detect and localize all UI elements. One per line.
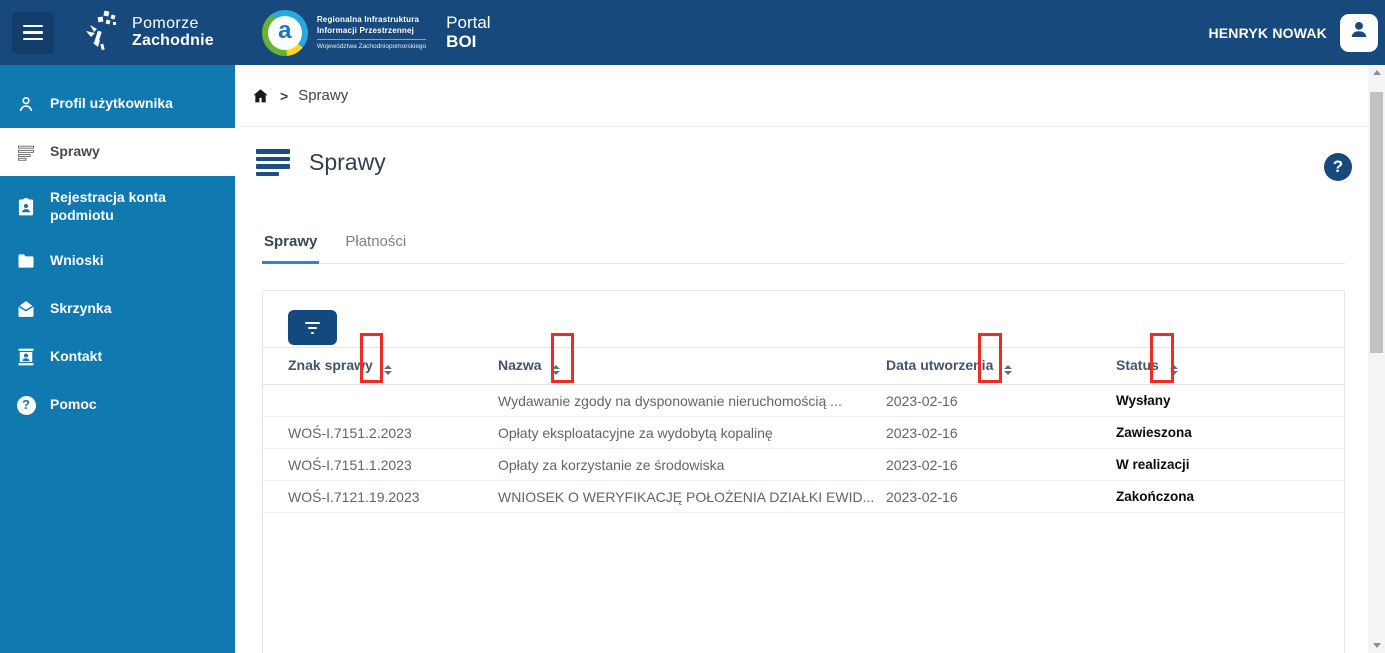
portal-boi-logo: Portal BOI <box>446 14 490 51</box>
sidebar-item-sprawy[interactable]: Sprawy <box>0 128 235 176</box>
griffin-icon <box>84 9 122 56</box>
table-row[interactable]: Wydawanie zgody na dysponowanie nierucho… <box>263 385 1344 417</box>
list-lines-icon <box>15 141 37 163</box>
filter-button[interactable] <box>288 310 337 345</box>
column-header-znak-sprawy[interactable]: Znak sprawy <box>263 348 498 385</box>
sidebar-item-wnioski[interactable]: Wnioski <box>0 237 235 285</box>
sidebar-item-label: Kontakt <box>50 348 102 366</box>
cases-list-icon <box>256 149 290 176</box>
tab-platnosci[interactable]: Płatności <box>343 229 408 263</box>
page-title-row: Sprawy <box>256 149 386 176</box>
cell-status: Wysłany <box>1116 385 1344 417</box>
breadcrumb: > Sprawy <box>235 65 1368 127</box>
home-icon[interactable] <box>251 87 270 105</box>
cases-table: Znak sprawy Nazwa Data utworzenia Status <box>263 347 1344 513</box>
sidebar-item-rejestracja-konta-podmiotu[interactable]: Rejestracja konta podmiotu <box>0 176 235 237</box>
tabs-bar: Sprawy Płatności <box>262 229 1345 264</box>
sidebar-item-profil-uzytkownika[interactable]: Profil użytkownika <box>0 80 235 128</box>
cell-znak-sprawy <box>263 385 498 417</box>
envelope-icon <box>15 298 37 320</box>
cell-znak-sprawy: WOŚ-I.7121.19.2023 <box>263 481 498 513</box>
sort-icon[interactable] <box>1004 365 1012 376</box>
table-row[interactable]: WOŚ-I.7151.2.2023 Opłaty eksploatacyjne … <box>263 417 1344 449</box>
scrollbar-down-arrow-icon[interactable] <box>1368 638 1385 653</box>
portal-logo-line2: BOI <box>446 33 490 52</box>
column-header-data-utworzenia[interactable]: Data utworzenia <box>886 348 1116 385</box>
sidebar-item-label: Profil użytkownika <box>50 95 173 113</box>
tab-sprawy[interactable]: Sprawy <box>262 229 319 264</box>
ripi-letter: a <box>268 16 302 50</box>
pomorze-logo-line1: Pomorze <box>132 16 214 33</box>
breadcrumb-separator: > <box>280 88 288 104</box>
cell-status: Zakończona <box>1116 481 1344 513</box>
sidebar-nav: Profil użytkownika Sprawy Rejestracja ko… <box>0 65 235 653</box>
app-header: Pomorze Zachodnie a Regionalna Infrastru… <box>0 0 1385 65</box>
cell-data-utworzenia: 2023-02-16 <box>886 417 1116 449</box>
contact-card-icon <box>15 346 37 368</box>
cell-nazwa: Opłaty za korzystanie ze środowiska <box>498 449 886 481</box>
sidebar-item-pomoc[interactable]: ? Pomoc <box>0 381 235 429</box>
sidebar-item-label: Skrzynka <box>50 300 111 318</box>
cell-nazwa: WNIOSEK O WERYFIKACJĘ POŁOŻENIA DZIAŁKI … <box>498 481 886 513</box>
help-circle-icon: ? <box>15 394 37 416</box>
cell-znak-sprawy: WOŚ-I.7151.2.2023 <box>263 417 498 449</box>
cell-data-utworzenia: 2023-02-16 <box>886 449 1116 481</box>
sidebar-item-label: Rejestracja konta podmiotu <box>50 189 225 224</box>
sort-icon[interactable] <box>552 365 560 376</box>
cases-table-card: Znak sprawy Nazwa Data utworzenia Status <box>262 290 1345 653</box>
table-row[interactable]: WOŚ-I.7151.1.2023 Opłaty za korzystanie … <box>263 449 1344 481</box>
page-help-button[interactable]: ? <box>1324 153 1352 181</box>
folder-icon <box>15 250 37 272</box>
portal-logo-line1: Portal <box>446 14 490 33</box>
sidebar-item-label: Sprawy <box>50 143 100 161</box>
scrollbar-thumb[interactable] <box>1370 92 1383 353</box>
main-content: > Sprawy Sprawy ? Sprawy Płatności Znak … <box>235 65 1368 653</box>
sidebar-item-skrzynka[interactable]: Skrzynka <box>0 285 235 333</box>
cell-data-utworzenia: 2023-02-16 <box>886 385 1116 417</box>
scrollbar-up-arrow-icon[interactable] <box>1368 65 1385 80</box>
cell-status: W realizacji <box>1116 449 1344 481</box>
sidebar-item-label: Wnioski <box>50 252 104 270</box>
cell-nazwa: Opłaty eksploatacyjne za wydobytą kopali… <box>498 417 886 449</box>
cell-znak-sprawy: WOŚ-I.7151.1.2023 <box>263 449 498 481</box>
ripi-text-line2: Informacji Przestrzennej <box>317 26 426 36</box>
ripi-logo: a Regionalna Infrastruktura Informacji P… <box>262 10 426 56</box>
sort-icon[interactable] <box>1170 365 1178 376</box>
user-outline-icon <box>15 93 37 115</box>
sidebar-item-label: Pomoc <box>50 396 97 414</box>
cell-nazwa: Wydawanie zgody na dysponowanie nierucho… <box>498 385 886 417</box>
user-avatar-button[interactable] <box>1340 14 1378 52</box>
pomorze-zachodnie-logo: Pomorze Zachodnie <box>84 9 214 56</box>
id-badge-icon <box>15 196 37 218</box>
cell-data-utworzenia: 2023-02-16 <box>886 481 1116 513</box>
ripi-circle-icon: a <box>262 10 308 56</box>
column-header-nazwa[interactable]: Nazwa <box>498 348 886 385</box>
breadcrumb-current: Sprawy <box>298 87 348 104</box>
cell-status: Zawieszona <box>1116 417 1344 449</box>
sort-icon[interactable] <box>384 365 392 376</box>
ripi-text-line1: Regionalna Infrastruktura <box>317 15 426 25</box>
column-header-status[interactable]: Status <box>1116 348 1344 385</box>
user-name: HENRYK NOWAK <box>1208 25 1327 41</box>
menu-hamburger-button[interactable] <box>12 12 54 54</box>
pomorze-logo-line2: Zachodnie <box>132 33 214 50</box>
vertical-scrollbar[interactable] <box>1368 65 1385 653</box>
page-title: Sprawy <box>309 149 386 176</box>
table-row[interactable]: WOŚ-I.7121.19.2023 WNIOSEK O WERYFIKACJĘ… <box>263 481 1344 513</box>
ripi-text-line3: Województwa Zachodniopomorskiego <box>317 39 426 50</box>
sidebar-item-kontakt[interactable]: Kontakt <box>0 333 235 381</box>
user-icon <box>1346 17 1372 48</box>
